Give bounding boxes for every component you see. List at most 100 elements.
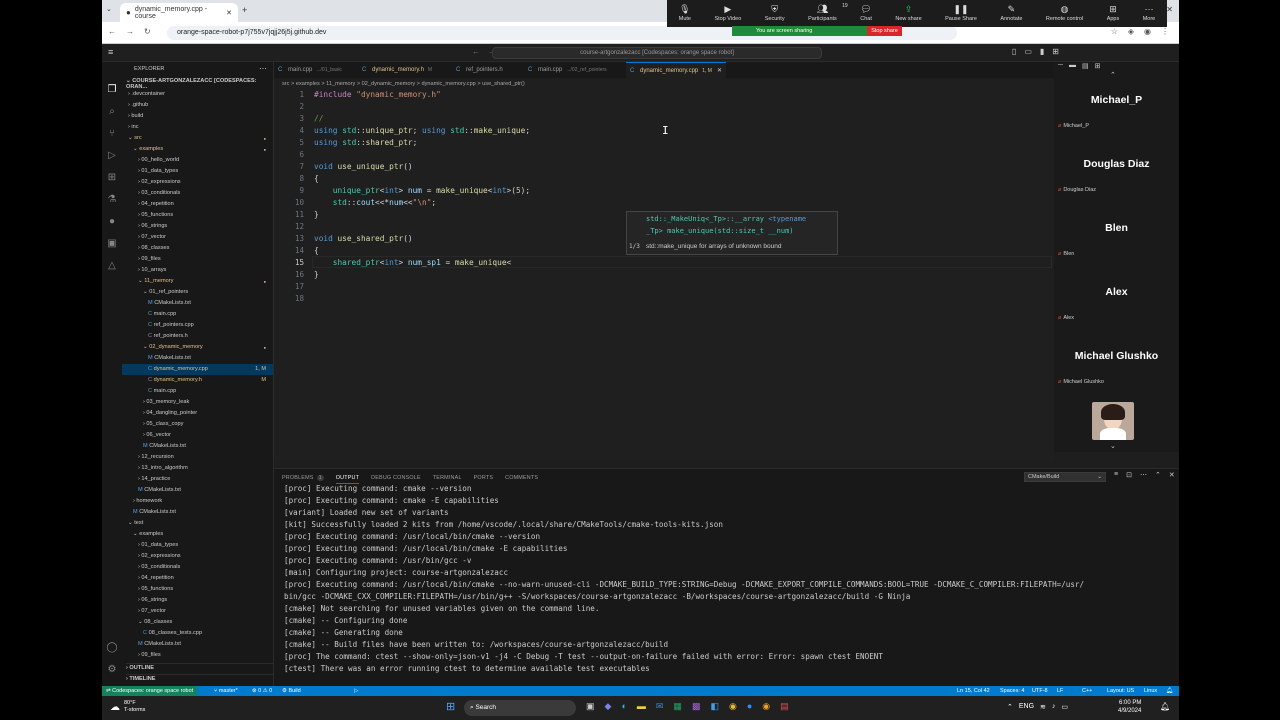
scroll-down-icon[interactable]: ⌄ bbox=[1110, 442, 1116, 450]
profile-icon[interactable]: ◉ bbox=[1144, 27, 1151, 36]
participant-name[interactable]: Blen bbox=[1054, 222, 1179, 234]
signature-counter[interactable]: 1/3 bbox=[629, 243, 640, 250]
forward-icon[interactable]: → bbox=[126, 27, 134, 36]
panel-tab[interactable]: COMMENTS bbox=[505, 472, 538, 484]
close-window-icon[interactable]: ✕ bbox=[1166, 5, 1173, 14]
tree-item[interactable]: › 07_vector bbox=[122, 232, 273, 243]
tree-item[interactable]: › 13_intro_algorithm bbox=[122, 463, 273, 474]
signature-help-popup[interactable]: std::_MakeUniq<_Tp>::__array <typename _… bbox=[626, 211, 838, 255]
breadcrumb[interactable]: src > examples > 11_memory > 02_dynamic_… bbox=[274, 79, 1054, 90]
weather-widget[interactable]: ☁ 80°F T-storms bbox=[110, 700, 145, 714]
panel-tab[interactable]: PROBLEMS 1 bbox=[282, 472, 324, 484]
tree-item[interactable]: M CMakeLists.txt bbox=[122, 507, 273, 518]
problems-status[interactable]: ⊗ 0 ⚠ 0 bbox=[252, 686, 272, 696]
tree-item[interactable]: M CMakeLists.txt bbox=[122, 639, 273, 650]
tree-item[interactable]: › 03_conditionals bbox=[122, 188, 273, 199]
cmake-icon[interactable]: △ bbox=[106, 260, 118, 272]
editor-tab[interactable]: Cdynamic_memory.cpp 1, M ✕ bbox=[626, 62, 726, 78]
zoom-icon[interactable]: ● bbox=[747, 701, 752, 712]
keyboard-layout-status[interactable]: Layout: US bbox=[1107, 686, 1134, 696]
cursor-position[interactable]: Ln 15, Col 42 bbox=[957, 686, 990, 696]
reload-icon[interactable]: ↻ bbox=[144, 27, 151, 36]
minimize-icon[interactable]: ─ bbox=[1058, 62, 1063, 70]
tree-item[interactable]: › 07_vector bbox=[122, 606, 273, 617]
mail-icon[interactable]: ✉ bbox=[656, 701, 664, 712]
tree-item[interactable]: M CMakeLists.txt bbox=[122, 298, 273, 309]
zoom-button[interactable]: 💬︎ Chat bbox=[860, 5, 872, 23]
clock[interactable]: 6:00 PM 4/9/2024 bbox=[1118, 699, 1141, 715]
wifi-icon[interactable]: ≋ bbox=[1040, 703, 1046, 711]
tree-item[interactable]: › 09_files bbox=[122, 254, 273, 265]
tree-item[interactable]: › 04_repetition bbox=[122, 199, 273, 210]
branch-status[interactable]: ⑂ master* bbox=[214, 686, 238, 696]
chevron-up-icon[interactable]: ⌃ bbox=[1007, 703, 1013, 711]
toggle-panel-icon[interactable]: ▭ bbox=[1024, 47, 1032, 56]
eol-status[interactable]: LF bbox=[1057, 686, 1063, 696]
layout-icon[interactable]: ⊞ bbox=[1052, 47, 1059, 56]
close-icon[interactable]: ✕ bbox=[226, 9, 232, 17]
speaker-view-icon[interactable]: ▤ bbox=[1082, 62, 1089, 70]
tree-item[interactable]: › 06_strings bbox=[122, 595, 273, 606]
tree-item[interactable]: › inc bbox=[122, 122, 273, 133]
more-icon[interactable]: ⋮ bbox=[1161, 27, 1169, 36]
tree-item[interactable]: ⌄ 01_ref_pointers bbox=[122, 287, 273, 298]
tree-item[interactable]: › 00_hello_world bbox=[122, 155, 273, 166]
close-icon[interactable]: ✕ bbox=[717, 68, 722, 74]
chrome-canary-icon[interactable]: ◉ bbox=[762, 701, 770, 712]
tree-item[interactable]: › build bbox=[122, 111, 273, 122]
more-actions-icon[interactable]: ⋯ bbox=[259, 64, 267, 73]
zoom-button[interactable]: ✎ Annotate bbox=[1000, 5, 1022, 23]
tree-item[interactable]: M CMakeLists.txt bbox=[122, 441, 273, 452]
tree-item[interactable]: › 04_dangling_pointer bbox=[122, 408, 273, 419]
command-center[interactable]: course-artgonzalezacc [Codespaces: orang… bbox=[492, 47, 822, 59]
gallery-icon[interactable]: ⊞ bbox=[1095, 62, 1101, 70]
editor-tab[interactable]: Cref_pointers.h bbox=[452, 62, 524, 78]
lock-icon[interactable]: ⊡ bbox=[1126, 471, 1132, 479]
tree-item[interactable]: › 01_data_types bbox=[122, 166, 273, 177]
code-editor[interactable]: 1 2 3 4 5 6 7 8 9 10 11 12 13 14 15 16 17 18 #include "dy… bbox=[274, 90, 1054, 462]
tree-item[interactable]: ⌄ 11_memory ● bbox=[122, 276, 273, 287]
search-icon[interactable]: ⌕ bbox=[106, 106, 118, 118]
chrome-icon[interactable]: ◉ bbox=[729, 701, 737, 712]
taskbar-search[interactable]: ⌕ Search bbox=[464, 700, 576, 716]
run-icon[interactable]: ▷ bbox=[354, 686, 358, 696]
tree-item[interactable]: C main.cpp bbox=[122, 309, 273, 320]
output-channel-select[interactable]: CMake/Build ⌄ bbox=[1024, 472, 1106, 482]
tree-item[interactable]: ⌄ 02_dynamic_memory ● bbox=[122, 342, 273, 353]
task-view-icon[interactable]: ▣ bbox=[586, 701, 595, 712]
scroll-up-icon[interactable]: ⌃ bbox=[1110, 71, 1116, 79]
toggle-secondary-icon[interactable]: ▮ bbox=[1040, 47, 1044, 56]
panel-tab[interactable]: DEBUG CONSOLE bbox=[371, 472, 421, 484]
tree-item[interactable]: C ref_pointers.h bbox=[122, 331, 273, 342]
zoom-button[interactable]: ⋯ More bbox=[1143, 5, 1156, 23]
testing-icon[interactable]: ⚗ bbox=[106, 194, 118, 206]
battery-icon[interactable]: ▭ bbox=[1061, 703, 1068, 711]
tree-item[interactable]: C 08_classes_tests.cpp bbox=[122, 628, 273, 639]
back-icon[interactable]: ← bbox=[108, 27, 116, 36]
tree-item[interactable]: › .github bbox=[122, 100, 273, 111]
participant-name[interactable]: Douglas Diaz bbox=[1054, 158, 1179, 170]
remote-indicator[interactable]: ⇌ Codespaces: orange space robot bbox=[102, 686, 198, 696]
zoom-button[interactable]: ❚❚ Pause Share bbox=[945, 5, 977, 23]
participant-name[interactable]: Michael_P bbox=[1054, 94, 1179, 106]
zoom-button[interactable]: 🎙︎ Mute bbox=[679, 5, 691, 23]
tree-item[interactable]: › 03_conditionals bbox=[122, 562, 273, 573]
tree-item[interactable]: › 06_strings bbox=[122, 221, 273, 232]
stop-share-button[interactable]: Stop share bbox=[867, 26, 902, 36]
indentation-status[interactable]: Spaces: 4 bbox=[1000, 686, 1024, 696]
vscode-icon[interactable]: ◧ bbox=[710, 701, 719, 712]
panel-tab[interactable]: OUTPUT bbox=[335, 472, 360, 484]
zoom-button[interactable]: ⊞ Apps bbox=[1107, 5, 1120, 23]
github-icon[interactable]: ● bbox=[106, 216, 118, 228]
gear-icon[interactable]: ⚙ bbox=[106, 664, 118, 676]
windows-start-icon[interactable]: ⊞ bbox=[446, 701, 458, 713]
new-tab-icon[interactable]: + bbox=[242, 5, 247, 15]
timeline-section[interactable]: › TIMELINE bbox=[126, 674, 273, 682]
os-status[interactable]: Linux bbox=[1144, 686, 1157, 696]
more-icon[interactable]: ⋯ bbox=[1140, 471, 1147, 479]
tree-item[interactable]: ⌄ 08_classes bbox=[122, 617, 273, 628]
account-icon[interactable]: ◯ bbox=[106, 642, 118, 654]
toggle-sidebar-icon[interactable]: ▯ bbox=[1012, 47, 1016, 56]
extensions-icon[interactable]: ◈ bbox=[1128, 27, 1134, 36]
tree-item[interactable]: › 02_expressions bbox=[122, 177, 273, 188]
